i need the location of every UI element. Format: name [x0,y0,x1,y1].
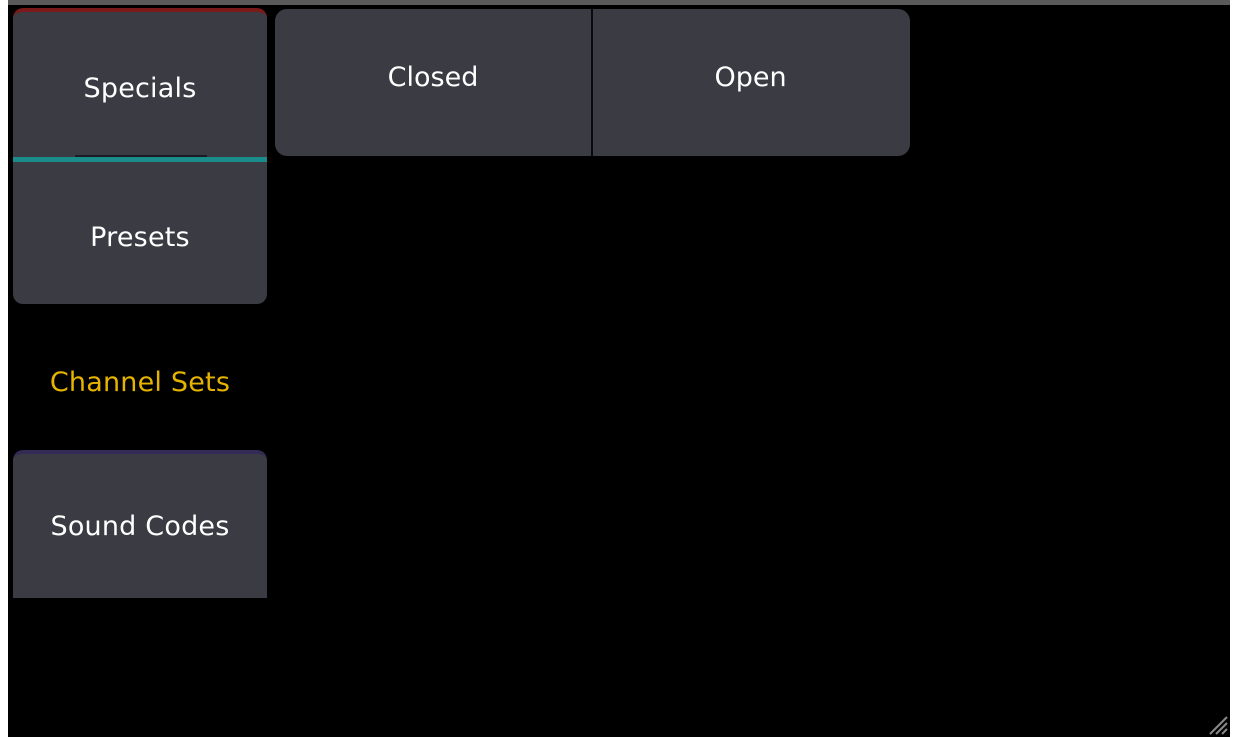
resize-grip-icon[interactable] [1206,713,1228,735]
closed-button-label: Closed [387,62,479,93]
app-window: Specials Presets Channel Sets Sound Code… [8,0,1230,737]
tab-sound-codes-label: Sound Codes [50,510,230,542]
tab-channel-sets-label: Channel Sets [49,366,231,398]
window-top-edge [8,0,1230,5]
action-button-group: Closed Open [275,9,910,156]
tab-sound-codes[interactable]: Sound Codes [13,450,267,598]
tab-presets-label: Presets [90,221,190,253]
tab-channel-sets[interactable]: Channel Sets [13,316,267,448]
open-button[interactable]: Open [593,9,908,156]
tab-specials[interactable]: Specials [13,8,267,162]
tab-presets[interactable]: Presets [13,162,267,304]
open-button-label: Open [714,62,787,93]
closed-button[interactable]: Closed [275,9,593,156]
tab-specials-label: Specials [83,72,197,104]
